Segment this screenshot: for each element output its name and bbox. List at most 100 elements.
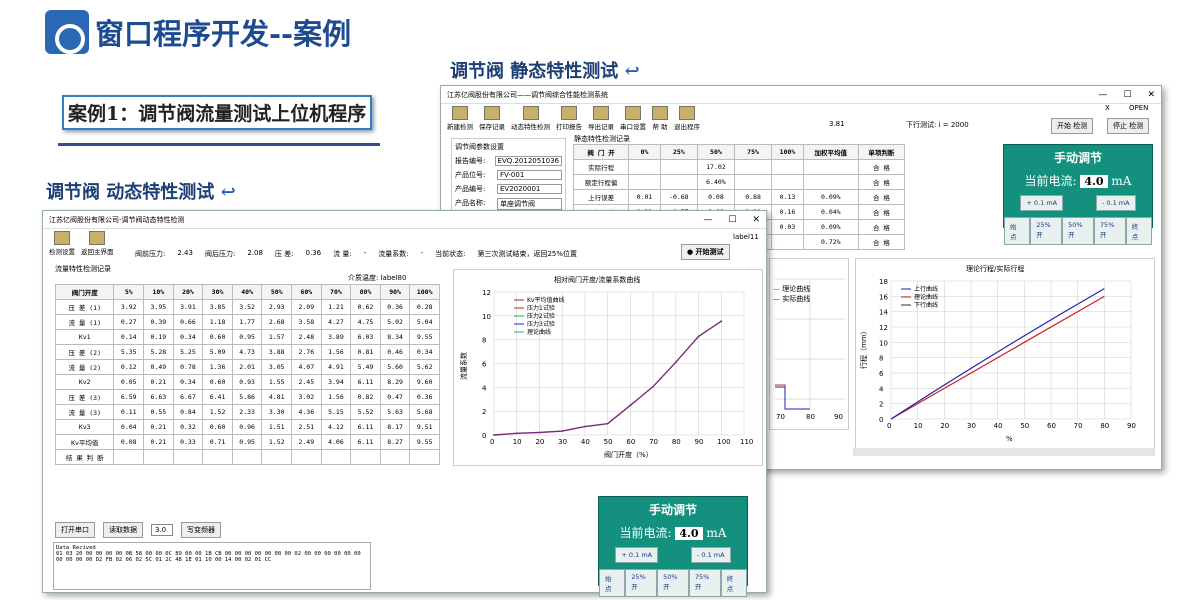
param-field[interactable]: 单座调节阀 <box>497 198 562 210</box>
table-cell: 5.63 <box>379 404 411 420</box>
table-cell: 4.91 <box>320 359 352 375</box>
minimize-icon[interactable]: — <box>703 215 712 225</box>
maximize-icon[interactable]: ☐ <box>1123 90 1131 100</box>
position-button[interactable]: 终 点 <box>1125 217 1153 245</box>
p2-label: 阀后压力: <box>204 250 236 258</box>
table-row: 压 差 (2) 5.35 5.28 5.25 5.09 4.73 3.88 2.76 1.56 0… <box>54 344 440 360</box>
table-cell: 0.95 <box>231 329 263 345</box>
table-cell: 3.91 <box>172 299 204 315</box>
start-check-button[interactable]: 开始 检测 <box>1051 118 1094 134</box>
tick-label: 30 <box>967 422 976 430</box>
close-icon[interactable]: ✕ <box>1147 90 1155 100</box>
table-cell: 0.03 <box>771 219 804 235</box>
table-cell: 4.73 <box>231 344 263 360</box>
table-cell: 0.62 <box>350 299 381 315</box>
position-button[interactable]: 75%开 <box>688 569 721 597</box>
position-button[interactable]: 25%开 <box>1030 217 1063 245</box>
table-cell: 3.52 <box>231 299 263 315</box>
x-label: X <box>1105 104 1110 112</box>
param-field[interactable]: FV-001 <box>497 170 562 180</box>
position-button[interactable]: 始 点 <box>1004 217 1031 245</box>
table-row: 压 差 (3) 6.59 6.63 6.67 6.41 5.86 4.81 3.02 1.56 0… <box>54 389 440 405</box>
position-button[interactable]: 75%开 <box>1093 217 1126 245</box>
position-button[interactable]: 终 点 <box>720 569 748 597</box>
column-header: 单项判断 <box>857 144 906 160</box>
plus-button[interactable]: + 0.1 mA <box>1020 195 1064 211</box>
data-point <box>652 385 654 388</box>
table-cell: 0.09% <box>802 219 859 235</box>
table-cell: 额定行程偏 <box>572 174 630 190</box>
minus-button[interactable]: - 0.1 mA <box>690 547 731 563</box>
table-cell: 5.49 <box>350 359 381 375</box>
table-cell: 3.95 <box>143 299 174 315</box>
table-row: 流 量 (1) 0.27 0.39 0.66 1.18 1.77 2.68 3.58 4.27 4… <box>54 314 440 330</box>
open-port-button[interactable]: 打开串口 <box>55 522 95 538</box>
table-cell: 0.21 <box>143 374 174 390</box>
toolbar-button[interactable]: 串口设置 <box>620 106 646 131</box>
minimize-icon[interactable]: — <box>1098 90 1107 100</box>
position-button[interactable]: 始 点 <box>599 569 626 597</box>
write-freq-button[interactable]: 写变频器 <box>181 522 221 538</box>
state-label: 当前状态: <box>435 250 466 258</box>
table-cell: -0.68 <box>659 189 698 205</box>
start-test-button[interactable]: ● 开始测试 <box>681 244 730 260</box>
toolbar-button[interactable]: 检测设置 <box>49 231 75 256</box>
table-row: 上行误差 0.01 -0.68 0.08 0.88 0.13 0.09% 合 格 <box>572 189 906 205</box>
table-cell: 0.60 <box>202 329 233 345</box>
toolbar-button[interactable]: 帮 助 <box>652 106 668 131</box>
tool-icon <box>484 106 500 120</box>
maximize-icon[interactable]: ☐ <box>728 215 736 225</box>
tick-label: 90 <box>834 413 843 421</box>
toolbar-button[interactable]: 退出程序 <box>674 106 700 131</box>
toolbar-button[interactable]: 保存记录 <box>479 106 505 131</box>
tick-label: 110 <box>740 438 753 446</box>
toolbar-button[interactable]: 导出记录 <box>588 106 614 131</box>
dynamic-table: 阀门开度 5% 10% 20% 30% 40% 50% 60% 70% 80% 90% 100% 压 差… <box>54 284 440 465</box>
data-received-box[interactable]: Data Recived 01 03 20 00 00 00 00 0B 58 … <box>53 542 371 590</box>
table-cell: 压 差 (3) <box>54 389 115 405</box>
table-cell: 0.27 <box>113 314 145 330</box>
close-icon[interactable]: ✕ <box>752 215 760 225</box>
table-cell <box>143 449 174 465</box>
start-test-label: 开始测试 <box>695 248 724 256</box>
table-cell: 0.13 <box>771 189 804 205</box>
stop-check-button[interactable]: 停止 检测 <box>1107 118 1150 134</box>
table-cell: 0.04% <box>802 204 859 220</box>
position-button[interactable]: 50%开 <box>657 569 689 597</box>
table-row: 流 量 (3) 0.11 0.55 0.84 1.52 2.33 3.30 4.36 5.15 5… <box>54 404 440 420</box>
table-cell: 合 格 <box>857 159 906 175</box>
column-header: 25% <box>659 144 698 160</box>
toolbar-button[interactable]: 打印报告 <box>556 106 582 131</box>
table-cell: 0.36 <box>379 299 411 315</box>
toolbar-button[interactable]: 返回主界面 <box>81 231 114 256</box>
column-header: 阀门开度 <box>54 284 115 300</box>
data-point <box>674 361 677 364</box>
table-cell: 0.96 <box>231 419 263 435</box>
manual-panel: 手动调节 当前电流: 4.0 mA + 0.1 mA - 0.1 mA 始 点 25%开 5… <box>1003 144 1153 245</box>
bottom-controls: 打开串口 读取数据 3.0 写变频器 <box>55 522 221 538</box>
table-cell <box>409 449 440 465</box>
column-header: 加权平均值 <box>802 144 859 160</box>
read-data-button[interactable]: 读取数据 <box>103 522 143 538</box>
table-cell: 1.52 <box>261 434 293 450</box>
manual-title: 手动调节 <box>1053 151 1102 165</box>
table-cell: 0.04 <box>113 419 145 435</box>
param-field[interactable]: EV2020001 <box>497 184 562 194</box>
manual-panel: 手动调节 当前电流: 4.0 mA + 0.1 mA - 0.1 mA 始 点 25%开 5… <box>598 496 748 597</box>
scrollbar[interactable] <box>853 448 1155 456</box>
position-button[interactable]: 50%开 <box>1062 217 1094 245</box>
param-field[interactable]: EVQ.2012051036 <box>494 156 562 166</box>
num-input[interactable]: 3.0 <box>151 524 173 536</box>
minus-button[interactable]: - 0.1 mA <box>1095 195 1136 211</box>
tick-label: 10 <box>513 438 522 446</box>
data-point <box>720 320 723 323</box>
table-cell: 合 格 <box>857 189 906 205</box>
toolbar-button[interactable]: 动态特性检测 <box>511 106 550 131</box>
table-cell: 0.08 <box>113 434 145 450</box>
data-point <box>493 434 495 436</box>
toolbar-button[interactable]: 新建检测 <box>447 106 473 131</box>
plus-button[interactable]: + 0.1 mA <box>615 547 659 563</box>
tick-label: 0 <box>482 432 486 440</box>
arrow-icon: ↩ <box>220 182 236 203</box>
position-button[interactable]: 25%开 <box>625 569 658 597</box>
